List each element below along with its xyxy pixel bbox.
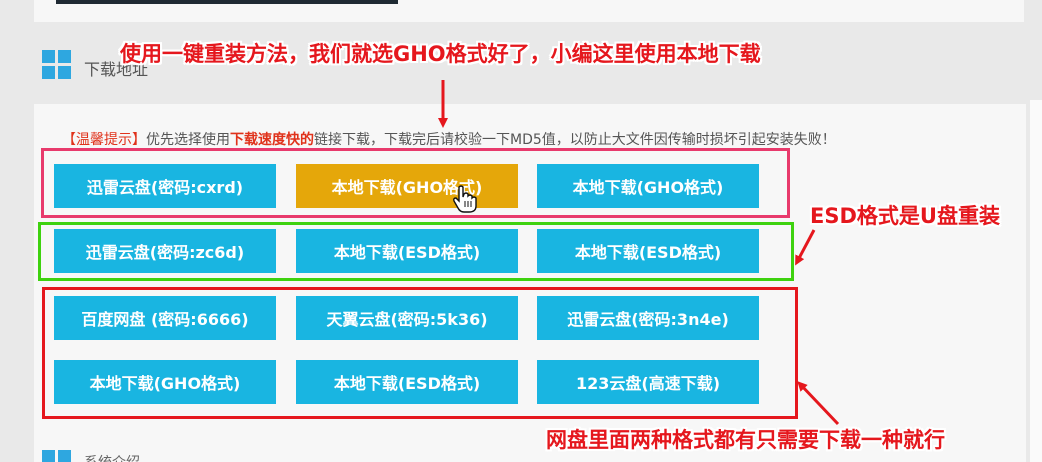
section-logo-icon <box>42 50 72 80</box>
previous-image-edge <box>56 0 398 4</box>
notice-highlight: 下载速度快的 <box>230 132 314 148</box>
notice-tag: 【温馨提示】 <box>62 132 146 148</box>
next-section-title: 系统介绍 <box>84 452 140 462</box>
next-section-logo-icon <box>42 450 72 462</box>
annotation-bottom: 网盘里面两种格式都有只需要下载一种就行 <box>546 428 945 452</box>
right-panel-edge <box>1030 100 1042 462</box>
netdisk-highlight-box <box>42 287 798 419</box>
gho-highlight-box <box>41 148 790 218</box>
annotation-top: 使用一键重装方法，我们就选GHO格式好了，小编这里使用本地下载 <box>120 42 761 66</box>
notice-text: 【温馨提示】优先选择使用下载速度快的链接下载，下载完后请校验一下MD5值，以防止… <box>62 129 836 149</box>
notice-part1: 优先选择使用 <box>146 132 230 148</box>
notice-part2: 链接下载，下载完后请校验一下MD5值，以防止大文件因传输时损坏引起安装失败！ <box>314 132 836 148</box>
annotation-esd: ESD格式是U盘重装 <box>810 204 1000 228</box>
esd-highlight-box <box>38 222 794 281</box>
pointer-cursor-icon <box>453 185 477 213</box>
